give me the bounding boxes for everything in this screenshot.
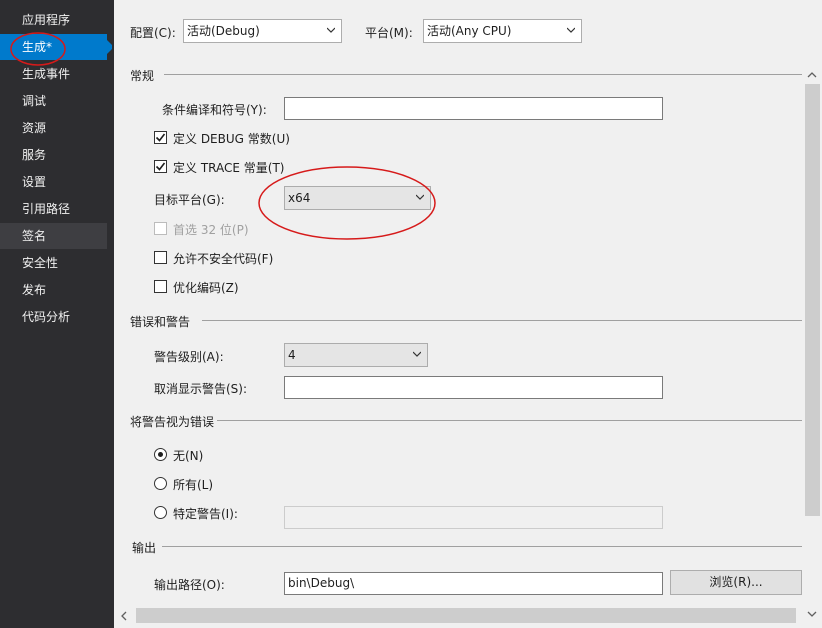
section-title-general: 常规 <box>130 69 155 83</box>
conditional-symbols-input[interactable] <box>284 97 663 120</box>
specific-warnings-input <box>284 506 663 529</box>
sidebar-item-label: 签名 <box>22 229 47 243</box>
platform-select[interactable]: 活动(Any CPU) <box>423 19 582 43</box>
platform-target-value: x64 <box>288 191 311 205</box>
sidebar-item-publish[interactable]: 发布 <box>0 277 107 303</box>
define-trace-checkbox[interactable] <box>154 160 167 173</box>
suppress-warnings-input[interactable] <box>284 376 663 399</box>
sidebar-item-label: 代码分析 <box>22 310 71 324</box>
scroll-down-icon[interactable] <box>807 610 817 618</box>
vertical-scrollbar-thumb[interactable] <box>805 84 820 516</box>
platform-value: 活动(Any CPU) <box>427 24 512 38</box>
conditional-symbols-label: 条件编译和符号(Y): <box>162 103 267 117</box>
browse-button[interactable]: 浏览(R)... <box>670 570 802 595</box>
warning-level-value: 4 <box>288 348 296 362</box>
checkmark-icon <box>155 133 166 142</box>
sidebar-item-label: 生成* <box>22 40 53 54</box>
scroll-up-icon[interactable] <box>807 71 817 79</box>
sidebar-item-label: 引用路径 <box>22 202 71 216</box>
sidebar-item-label: 应用程序 <box>22 13 71 27</box>
configuration-value: 活动(Debug) <box>187 24 260 38</box>
optimize-code-checkbox[interactable] <box>154 280 167 293</box>
vertical-scrollbar[interactable] <box>802 66 822 628</box>
output-path-input[interactable]: bin\Debug\ <box>284 572 663 595</box>
treat-warnings-none-radio[interactable] <box>154 448 167 461</box>
section-divider <box>162 546 802 547</box>
allow-unsafe-checkbox[interactable] <box>154 251 167 264</box>
checkmark-icon <box>155 162 166 171</box>
horizontal-scrollbar-thumb[interactable] <box>136 608 796 623</box>
chevron-down-icon <box>327 27 335 33</box>
section-divider <box>164 74 802 75</box>
chevron-down-icon <box>413 351 421 357</box>
sidebar-item-build[interactable]: 生成* <box>0 34 114 60</box>
build-properties-panel: 配置(C): 活动(Debug) 平台(M): 活动(Any CPU) 常规 条… <box>114 0 822 628</box>
treat-warnings-all-label: 所有(L) <box>173 478 214 492</box>
platform-target-select[interactable]: x64 <box>284 186 431 210</box>
sidebar-item-resources[interactable]: 资源 <box>0 115 107 141</box>
treat-warnings-specific-label: 特定警告(I): <box>173 507 238 521</box>
section-title-errors-warnings: 错误和警告 <box>130 315 191 329</box>
sidebar-item-code-analysis[interactable]: 代码分析 <box>0 304 107 330</box>
sidebar-item-label: 安全性 <box>22 256 59 270</box>
platform-label: 平台(M): <box>365 26 413 40</box>
radio-selected-dot <box>158 452 163 457</box>
sidebar-item-label: 生成事件 <box>22 67 71 81</box>
section-divider <box>202 320 802 321</box>
sidebar-item-label: 资源 <box>22 121 47 135</box>
prefer-32bit-label: 首选 32 位(P) <box>173 223 249 237</box>
treat-warnings-specific-radio[interactable] <box>154 506 167 519</box>
chevron-down-icon <box>416 194 424 200</box>
sidebar-item-security[interactable]: 安全性 <box>0 250 107 276</box>
section-title-treat-warnings: 将警告视为错误 <box>130 415 215 429</box>
sidebar-item-application[interactable]: 应用程序 <box>0 7 107 33</box>
warning-level-select[interactable]: 4 <box>284 343 428 367</box>
configuration-select[interactable]: 活动(Debug) <box>183 19 342 43</box>
sidebar-item-services[interactable]: 服务 <box>0 142 107 168</box>
warning-level-label: 警告级别(A): <box>154 350 224 364</box>
define-debug-label: 定义 DEBUG 常数(U) <box>173 132 290 146</box>
sidebar: 应用程序 生成* 生成事件 调试 资源 服务 设置 引用路径 签名 安全性 发布… <box>0 0 114 628</box>
horizontal-scrollbar[interactable] <box>114 604 802 628</box>
configuration-label: 配置(C): <box>130 26 176 40</box>
sidebar-item-label: 调试 <box>22 94 47 108</box>
sidebar-item-settings[interactable]: 设置 <box>0 169 107 195</box>
sidebar-item-label: 服务 <box>22 148 47 162</box>
treat-warnings-all-radio[interactable] <box>154 477 167 490</box>
sidebar-item-signing[interactable]: 签名 <box>0 223 107 249</box>
treat-warnings-none-label: 无(N) <box>173 449 204 463</box>
sidebar-item-build-events[interactable]: 生成事件 <box>0 61 107 87</box>
platform-target-label: 目标平台(G): <box>154 193 225 207</box>
define-debug-checkbox[interactable] <box>154 131 167 144</box>
section-divider <box>217 420 802 421</box>
suppress-warnings-label: 取消显示警告(S): <box>154 382 248 396</box>
sidebar-item-label: 设置 <box>22 175 47 189</box>
sidebar-item-reference-paths[interactable]: 引用路径 <box>0 196 107 222</box>
section-title-output: 输出 <box>132 541 157 555</box>
optimize-code-label: 优化编码(Z) <box>173 281 239 295</box>
sidebar-item-debug[interactable]: 调试 <box>0 88 107 114</box>
output-path-label: 输出路径(O): <box>154 578 225 592</box>
allow-unsafe-label: 允许不安全代码(F) <box>173 252 274 266</box>
chevron-down-icon <box>567 27 575 33</box>
sidebar-item-label: 发布 <box>22 283 47 297</box>
scroll-left-icon[interactable] <box>120 611 128 621</box>
prefer-32bit-checkbox <box>154 222 167 235</box>
define-trace-label: 定义 TRACE 常量(T) <box>173 161 285 175</box>
